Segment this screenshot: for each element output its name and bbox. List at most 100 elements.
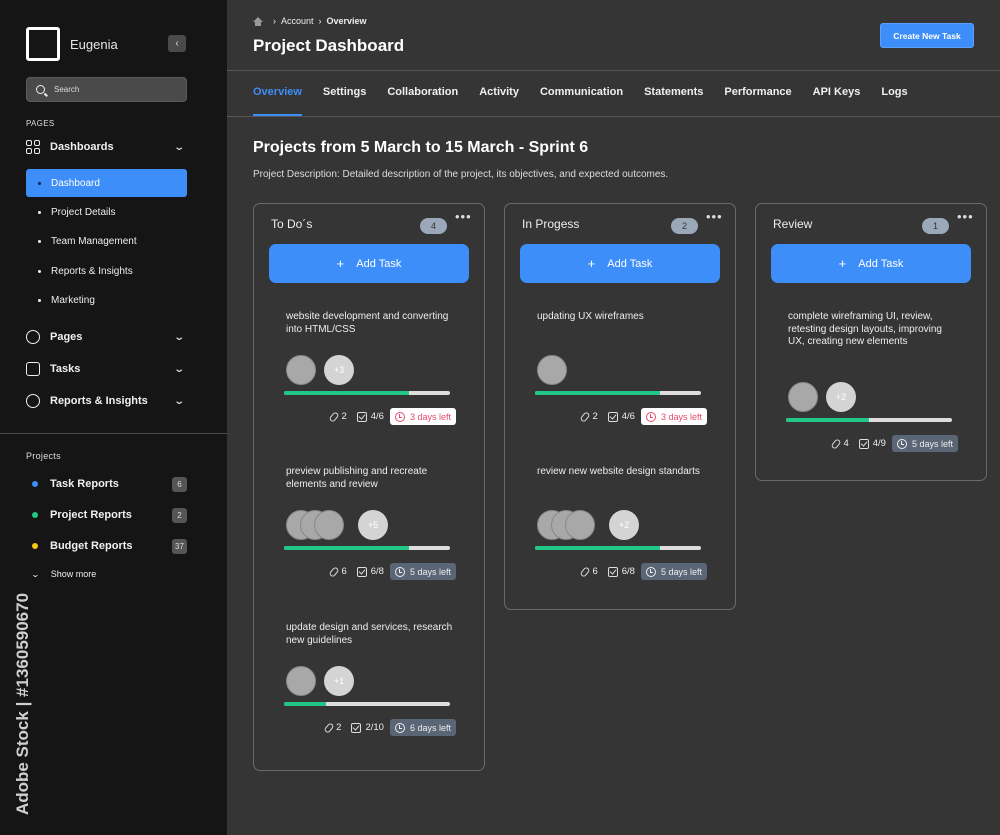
collapse-sidebar-button[interactable]: ‹ (168, 35, 186, 52)
sidebar-item-project-details[interactable]: Project Details (26, 198, 187, 226)
breadcrumb-account[interactable]: Account (281, 16, 314, 26)
column-todo: To Do´s 4 ••• + Add Task website developm… (253, 203, 485, 771)
checkbox-icon (858, 438, 869, 449)
sidebar-divider (0, 433, 227, 434)
create-new-task-button[interactable]: Create New Task (880, 23, 974, 48)
bullet-icon (38, 210, 41, 214)
add-task-button[interactable]: + Add Task (520, 244, 720, 283)
paperclip-icon (328, 410, 340, 423)
task-card[interactable]: complete wireframing UI, review, retesti… (771, 311, 971, 461)
nav-group-pages[interactable]: Pages ⌄ (26, 327, 187, 347)
clock-icon (896, 438, 907, 449)
count-badge: 6 (172, 476, 187, 492)
task-card[interactable]: website development and converting into … (269, 311, 469, 431)
paperclip-icon (830, 437, 842, 450)
progress-fill (535, 546, 660, 550)
checklist-count: 4/9 (872, 438, 886, 449)
progress-bar (786, 418, 952, 422)
project-label: Project Reports (50, 509, 132, 521)
sidebar-item-label: Marketing (51, 294, 95, 306)
search-box[interactable] (26, 77, 187, 102)
attachment-count: 2 (336, 722, 342, 733)
checklist-count: 4/6 (621, 411, 635, 422)
sidebar-item-dashboard[interactable]: Dashboard (26, 169, 187, 197)
due-label: 5 days left (660, 566, 702, 577)
plus-icon: + (336, 256, 345, 271)
page-title: Project Dashboard (253, 36, 405, 55)
sidebar-item-label: Reports & Insights (51, 265, 133, 277)
chevron-down-icon: ⌄ (172, 141, 185, 153)
add-task-button[interactable]: + Add Task (771, 244, 971, 283)
due-label: 3 days left (409, 411, 451, 422)
task-description: update design and services, research new… (286, 622, 453, 646)
attachment-count: 6 (592, 566, 598, 577)
tab-activity[interactable]: Activity (479, 86, 519, 116)
task-card[interactable]: update design and services, research new… (269, 622, 469, 742)
task-card[interactable]: review new website design standarts +2 6… (520, 466, 720, 586)
chevron-down-icon: ⌄ (172, 395, 185, 407)
task-description: complete wireframing UI, review, retesti… (788, 311, 942, 347)
chevron-right-icon: › (273, 16, 276, 26)
attachment-count: 2 (592, 411, 598, 422)
tab-collaboration[interactable]: Collaboration (387, 86, 458, 116)
paperclip-icon (323, 721, 335, 734)
due-badge: 3 days left (389, 408, 456, 425)
tab-communication[interactable]: Communication (540, 86, 623, 116)
bullet-icon (38, 298, 41, 302)
tab-performance[interactable]: Performance (724, 86, 791, 116)
chevron-down-icon: ⌄ (172, 331, 185, 343)
checkbox-icon (356, 566, 367, 577)
checklist-count: 6/8 (370, 566, 384, 577)
search-icon (36, 85, 45, 94)
tab-api-keys[interactable]: API Keys (813, 86, 861, 116)
project-label: Task Reports (50, 478, 119, 490)
sidebar-item-team-management[interactable]: Team Management (26, 227, 187, 255)
pie-chart-icon (26, 330, 40, 344)
progress-fill (535, 391, 660, 395)
status-dot-icon (32, 512, 38, 518)
watermark: Adobe Stock | #1360590670 (0, 584, 46, 824)
attachment-count: 4 (843, 438, 849, 449)
task-card[interactable]: preview publishing and recreate elements… (269, 466, 469, 586)
more-options-icon[interactable]: ••• (455, 210, 472, 223)
tab-overview[interactable]: Overview (253, 86, 302, 116)
nav-group-dashboards[interactable]: Dashboards ⌄ (26, 137, 187, 157)
projects-section-label: Projects (26, 451, 61, 461)
search-input[interactable] (54, 85, 174, 94)
tab-statements[interactable]: Statements (644, 86, 703, 116)
nav-group-tasks[interactable]: Tasks ⌄ (26, 359, 187, 379)
home-icon[interactable] (253, 16, 263, 26)
tab-logs[interactable]: Logs (881, 86, 907, 116)
progress-fill (284, 546, 409, 550)
due-badge: 5 days left (640, 563, 707, 580)
due-label: 6 days left (409, 722, 451, 733)
task-description: updating UX wireframes (537, 311, 644, 322)
project-item-budget-reports[interactable]: Budget Reports 37 (32, 537, 187, 555)
plus-icon: + (587, 256, 596, 271)
checklist-count: 2/10 (365, 722, 384, 733)
nav-group-reports-insights[interactable]: Reports & Insights ⌄ (26, 391, 187, 411)
clock-icon (394, 411, 405, 422)
more-options-icon[interactable]: ••• (957, 210, 974, 223)
add-task-label: Add Task (858, 257, 904, 270)
show-more-link[interactable]: ⌄ Show more (31, 569, 97, 579)
tab-settings[interactable]: Settings (323, 86, 366, 116)
task-card[interactable]: updating UX wireframes 2 4/6 3 days left (520, 311, 720, 431)
column-count-badge: 4 (420, 218, 447, 234)
column-title: To Do´s (271, 217, 313, 231)
watermark-text: Adobe Stock | #1360590670 (13, 592, 32, 816)
show-more-label: Show more (50, 569, 97, 579)
checkbox-icon (356, 411, 367, 422)
column-title: Review (773, 217, 813, 231)
project-item-task-reports[interactable]: Task Reports 6 (32, 475, 187, 493)
due-badge: 3 days left (640, 408, 707, 425)
column-review: Review 1 ••• + Add Task complete wirefram… (755, 203, 987, 481)
checkbox-icon (351, 722, 362, 733)
sidebar-item-marketing[interactable]: Marketing (26, 286, 187, 314)
project-item-project-reports[interactable]: Project Reports 2 (32, 506, 187, 524)
progress-bar (535, 391, 701, 395)
add-task-button[interactable]: + Add Task (269, 244, 469, 283)
checklist-count: 4/6 (370, 411, 384, 422)
more-options-icon[interactable]: ••• (706, 210, 723, 223)
sidebar-item-reports-insights[interactable]: Reports & Insights (26, 257, 187, 285)
